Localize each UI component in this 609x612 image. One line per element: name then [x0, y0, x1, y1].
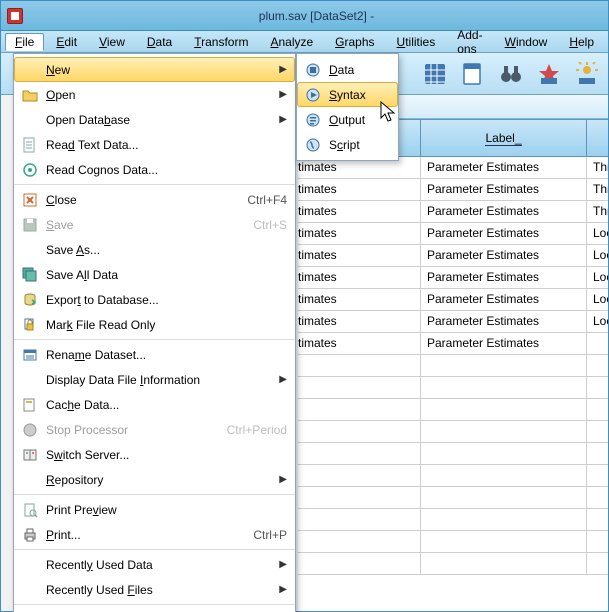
menu-data[interactable]: Data [137, 33, 182, 51]
print-preview-icon [22, 502, 38, 518]
menu-utilities[interactable]: Utilities [387, 33, 446, 51]
menu-view[interactable]: View [89, 33, 135, 51]
text-file-icon [22, 137, 38, 153]
file-menu-recent-data[interactable]: Recently Used Data ▶ [14, 552, 295, 577]
grid-header-label[interactable]: Label_ [421, 120, 587, 156]
grid-row[interactable] [298, 355, 608, 377]
grid-row[interactable]: timatesParameter EstimatesLoca [298, 289, 608, 311]
titlebar: plum.sav [DataSet2] - [1, 1, 608, 31]
binoculars-icon [499, 62, 523, 86]
grid-row[interactable]: timatesParameter EstimatesLoca [298, 245, 608, 267]
data-icon [305, 62, 321, 78]
file-menu-open-database[interactable]: Open Database ▶ [14, 107, 295, 132]
menu-file[interactable]: File [5, 33, 44, 51]
menu-analyze[interactable]: Analyze [260, 33, 323, 51]
menu-help[interactable]: Help [559, 33, 604, 51]
file-menu-print-preview[interactable]: Print Preview [14, 497, 295, 522]
toolbar-sun-button[interactable] [570, 57, 604, 91]
grid-icon [423, 62, 447, 86]
new-submenu-script[interactable]: Script [297, 132, 398, 157]
menu-transform[interactable]: Transform [184, 33, 258, 51]
file-menu-switch-server[interactable]: Switch Server... [14, 442, 295, 467]
file-menu-read-only[interactable]: Mark File Read Only [14, 312, 295, 337]
lock-icon [22, 317, 38, 333]
file-menu-recent-files[interactable]: Recently Used Files ▶ [14, 577, 295, 602]
grid-row[interactable]: timatesParameter EstimatesThres [298, 179, 608, 201]
toolbar-find-button[interactable] [494, 57, 528, 91]
grid-row[interactable]: timatesParameter EstimatesLoca [298, 267, 608, 289]
grid-row[interactable]: timatesParameter EstimatesLoca [298, 223, 608, 245]
new-submenu-syntax[interactable]: Syntax [297, 82, 398, 107]
file-menu-print[interactable]: Print... Ctrl+P [14, 522, 295, 547]
menu-edit[interactable]: Edit [46, 33, 87, 51]
sheet-icon [461, 62, 485, 86]
menubar: File Edit View Data Transform Analyze Gr… [1, 31, 608, 53]
save-all-icon [22, 267, 38, 283]
window-title: plum.sav [DataSet2] - [31, 9, 602, 23]
script-icon [305, 137, 321, 153]
file-menu-rename[interactable]: Rename Dataset... [14, 342, 295, 367]
file-menu-export-db[interactable]: Export to Database... [14, 287, 295, 312]
menu-separator [14, 184, 295, 185]
grid-header-col-next[interactable] [587, 120, 608, 156]
grid-row[interactable] [298, 443, 608, 465]
grid-row[interactable] [298, 553, 608, 575]
menu-separator [14, 549, 295, 550]
grid-row[interactable] [298, 509, 608, 531]
close-icon [22, 192, 38, 208]
file-menu-read-text[interactable]: Read Text Data... [14, 132, 295, 157]
menu-separator [14, 604, 295, 605]
grid-row[interactable] [298, 399, 608, 421]
grid-row[interactable]: timatesParameter EstimatesLoca [298, 311, 608, 333]
file-menu-display-info[interactable]: Display Data File Information ▶ [14, 367, 295, 392]
star-icon [537, 62, 561, 86]
grid-row[interactable] [298, 487, 608, 509]
data-grid[interactable]: timatesParameter EstimatesThres timatesP… [298, 157, 608, 611]
app-icon [7, 8, 23, 24]
file-menu-new[interactable]: New ▶ [14, 57, 295, 82]
export-icon [22, 292, 38, 308]
file-menu-stop: Stop Processor Ctrl+Period [14, 417, 295, 442]
toolbar-grid-button[interactable] [418, 57, 452, 91]
file-menu-cache[interactable]: Cache Data... [14, 392, 295, 417]
new-submenu-data[interactable]: Data [297, 57, 398, 82]
file-menu-open[interactable]: Open ▶ [14, 82, 295, 107]
sun-icon [575, 62, 599, 86]
file-menu-read-cognos[interactable]: Read Cognos Data... [14, 157, 295, 182]
file-menu-exit[interactable]: Exit [14, 607, 295, 612]
grid-row[interactable] [298, 421, 608, 443]
menu-separator [14, 494, 295, 495]
save-icon [22, 217, 38, 233]
output-icon [305, 112, 321, 128]
grid-row[interactable] [298, 377, 608, 399]
grid-row[interactable] [298, 531, 608, 553]
new-submenu[interactable]: Data Syntax Output Script [296, 53, 399, 161]
file-menu-save-all[interactable]: Save All Data [14, 262, 295, 287]
menu-graphs[interactable]: Graphs [325, 33, 384, 51]
file-menu-close[interactable]: Close Ctrl+F4 [14, 187, 295, 212]
grid-row[interactable]: timatesParameter EstimatesThres [298, 201, 608, 223]
grid-row[interactable]: timatesParameter Estimates [298, 333, 608, 355]
print-icon [22, 527, 38, 543]
switch-server-icon [22, 447, 38, 463]
rename-icon [22, 347, 38, 363]
file-menu-repository[interactable]: Repository ▶ [14, 467, 295, 492]
main-window: plum.sav [DataSet2] - File Edit View Dat… [0, 0, 609, 612]
folder-icon [22, 87, 38, 103]
menu-separator [14, 339, 295, 340]
syntax-icon [305, 87, 321, 103]
file-menu-save: Save Ctrl+S [14, 212, 295, 237]
grid-row[interactable] [298, 465, 608, 487]
new-submenu-output[interactable]: Output [297, 107, 398, 132]
file-menu-save-as[interactable]: Save As... [14, 237, 295, 262]
menu-window[interactable]: Window [495, 33, 558, 51]
cognos-icon [22, 162, 38, 178]
toolbar-sheet-button[interactable] [456, 57, 490, 91]
stop-icon [22, 422, 38, 438]
file-menu[interactable]: New ▶ Open ▶ Open Database ▶ Read Text D… [13, 53, 296, 612]
cache-icon [22, 397, 38, 413]
toolbar-star-button[interactable] [532, 57, 566, 91]
